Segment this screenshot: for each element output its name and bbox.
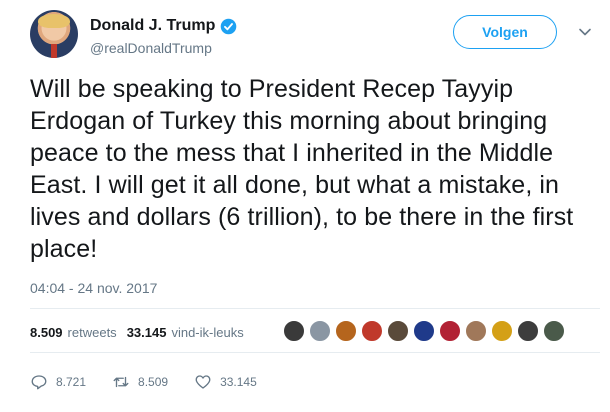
reply-count: 8.721	[56, 375, 87, 389]
tweet-stats: 8.509 retweets 33.145 vind-ik-leuks	[30, 322, 244, 342]
liker-avatar[interactable]	[465, 320, 487, 342]
retweet-icon	[113, 376, 129, 388]
like-count: 33.145	[220, 375, 257, 389]
reply-icon	[31, 375, 47, 390]
liker-avatar[interactable]	[335, 320, 357, 342]
author-handle[interactable]: @realDonaldTrump	[90, 40, 212, 56]
follow-button[interactable]: Volgen	[453, 15, 557, 49]
liker-avatars	[283, 320, 565, 342]
heart-icon	[195, 375, 211, 389]
liker-avatar[interactable]	[517, 320, 539, 342]
retweets-count[interactable]: 8.509	[30, 325, 63, 340]
divider	[30, 352, 600, 353]
avatar[interactable]	[30, 10, 78, 58]
likes-count[interactable]: 33.145	[127, 325, 167, 340]
tweet-actions: 8.721 8.509 33.145	[30, 372, 283, 392]
liker-avatar[interactable]	[439, 320, 461, 342]
liker-avatar[interactable]	[491, 320, 513, 342]
retweet-action-count: 8.509	[138, 375, 169, 389]
liker-avatar[interactable]	[361, 320, 383, 342]
liker-avatar[interactable]	[387, 320, 409, 342]
liker-avatar[interactable]	[283, 320, 305, 342]
reply-button[interactable]: 8.721	[30, 373, 86, 391]
verified-badge-icon	[221, 18, 237, 34]
liker-avatar[interactable]	[413, 320, 435, 342]
likes-label[interactable]: vind-ik-leuks	[171, 325, 243, 340]
author-name-row: Donald J. Trump	[90, 17, 237, 35]
tweet-text: Will be speaking to President Recep Tayy…	[30, 75, 574, 263]
tweet-card: Donald J. Trump @realDonaldTrump Volgen …	[0, 0, 610, 412]
like-button[interactable]: 33.145	[194, 373, 257, 391]
retweets-label[interactable]: retweets	[68, 325, 117, 340]
author-name[interactable]: Donald J. Trump	[90, 17, 215, 35]
retweet-button[interactable]: 8.509	[112, 373, 168, 391]
divider	[30, 308, 600, 309]
tweet-timestamp[interactable]: 04:04 - 24 nov. 2017	[30, 280, 157, 296]
tweet-header: Donald J. Trump @realDonaldTrump Volgen	[30, 10, 600, 60]
chevron-down-icon[interactable]	[577, 24, 593, 40]
liker-avatar[interactable]	[309, 320, 331, 342]
liker-avatar[interactable]	[543, 320, 565, 342]
